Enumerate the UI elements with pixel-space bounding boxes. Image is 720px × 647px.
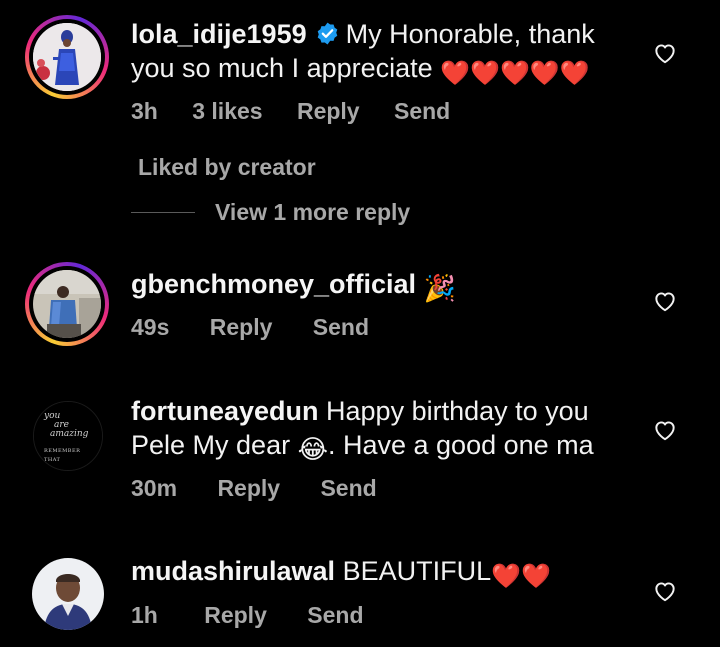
comment-text: fortuneayedun Happy birthday to you Pele… (131, 394, 631, 466)
username[interactable]: lola_idije1959 (131, 19, 307, 49)
reply-button[interactable]: Reply (217, 475, 280, 501)
like-heart-icon[interactable] (652, 578, 678, 604)
timestamp: 3h (131, 98, 158, 124)
like-heart-icon[interactable] (652, 417, 678, 443)
comment-text: gbenchmoney_official 🎉 (131, 267, 631, 305)
like-heart-icon[interactable] (652, 40, 678, 66)
likes-count[interactable]: 3 likes (192, 98, 262, 124)
verified-badge-icon (315, 20, 340, 45)
comment-text: mudashirulawal BEAUTIFUL❤️❤️ (131, 554, 631, 594)
comment-fortuneayedun: you are amazing REMEMBER THAT fortuneaye… (0, 380, 720, 510)
comment-meta: 3h 3 likes Reply Send (131, 98, 478, 125)
comment-lola-idije1959: lola_idije1959 My Honorable, thank you so… (0, 0, 720, 240)
comment-mudashirulawal: mudashirulawal BEAUTIFUL❤️❤️ 1h Reply Se… (0, 540, 720, 647)
comment-meta: 30m Reply Send (131, 475, 405, 502)
comment-body-line2: Pele My dear (131, 430, 291, 460)
send-button[interactable]: Send (320, 475, 376, 501)
username[interactable]: gbenchmoney_official (131, 269, 416, 299)
username[interactable]: fortuneayedun (131, 396, 319, 426)
reply-button[interactable]: Reply (204, 602, 267, 628)
avatar-text: amazing (50, 429, 89, 439)
comment-body-line1: My Honorable, thank (345, 19, 595, 49)
avatar-story-ring[interactable] (25, 15, 109, 99)
avatar[interactable] (32, 558, 104, 630)
liked-by-creator: Liked by creator (138, 154, 316, 180)
comment-meta: 1h Reply Send (131, 602, 392, 629)
hearts-emoji: ❤️❤️❤️❤️❤️ (440, 60, 590, 87)
comment-body-line1: Happy birthday to you (326, 396, 589, 426)
avatar (33, 270, 101, 338)
timestamp: 49s (131, 314, 170, 340)
send-button[interactable]: Send (307, 602, 363, 628)
send-button[interactable]: Send (394, 98, 450, 124)
divider-line (131, 211, 195, 213)
username[interactable]: mudashirulawal (131, 556, 335, 586)
avatar-text: REMEMBER THAT (44, 448, 81, 463)
comment-body: BEAUTIFUL (342, 556, 492, 586)
avatar-image-icon (33, 23, 101, 91)
comment-body-line2: you so much I appreciate (131, 53, 433, 83)
timestamp: 1h (131, 602, 158, 628)
avatar (33, 23, 101, 91)
laughing-emoji: 😂 (297, 434, 328, 464)
party-popper-emoji: 🎉 (423, 273, 456, 303)
comment-meta: 49s Reply Send (131, 314, 397, 341)
avatar-image-icon (33, 270, 101, 338)
comment-body-line2-end: . Have a good one ma (327, 430, 594, 460)
timestamp: 30m (131, 475, 178, 501)
reply-button[interactable]: Reply (210, 314, 273, 340)
like-heart-icon[interactable] (652, 288, 678, 314)
hearts-emoji: ❤️❤️ (491, 563, 551, 590)
avatar-text: you (44, 411, 61, 421)
avatar-image-icon (32, 558, 104, 630)
view-more-replies[interactable]: View 1 more reply (131, 198, 410, 226)
avatar[interactable]: you are amazing REMEMBER THAT (33, 401, 103, 471)
comment-gbenchmoney-official: gbenchmoney_official 🎉 49s Reply Send (0, 250, 720, 360)
reply-button[interactable]: Reply (297, 98, 360, 124)
comment-text: lola_idije1959 My Honorable, thank you so… (131, 17, 631, 91)
avatar-story-ring[interactable] (25, 262, 109, 346)
send-button[interactable]: Send (313, 314, 369, 340)
view-more-replies-label: View 1 more reply (215, 198, 411, 225)
